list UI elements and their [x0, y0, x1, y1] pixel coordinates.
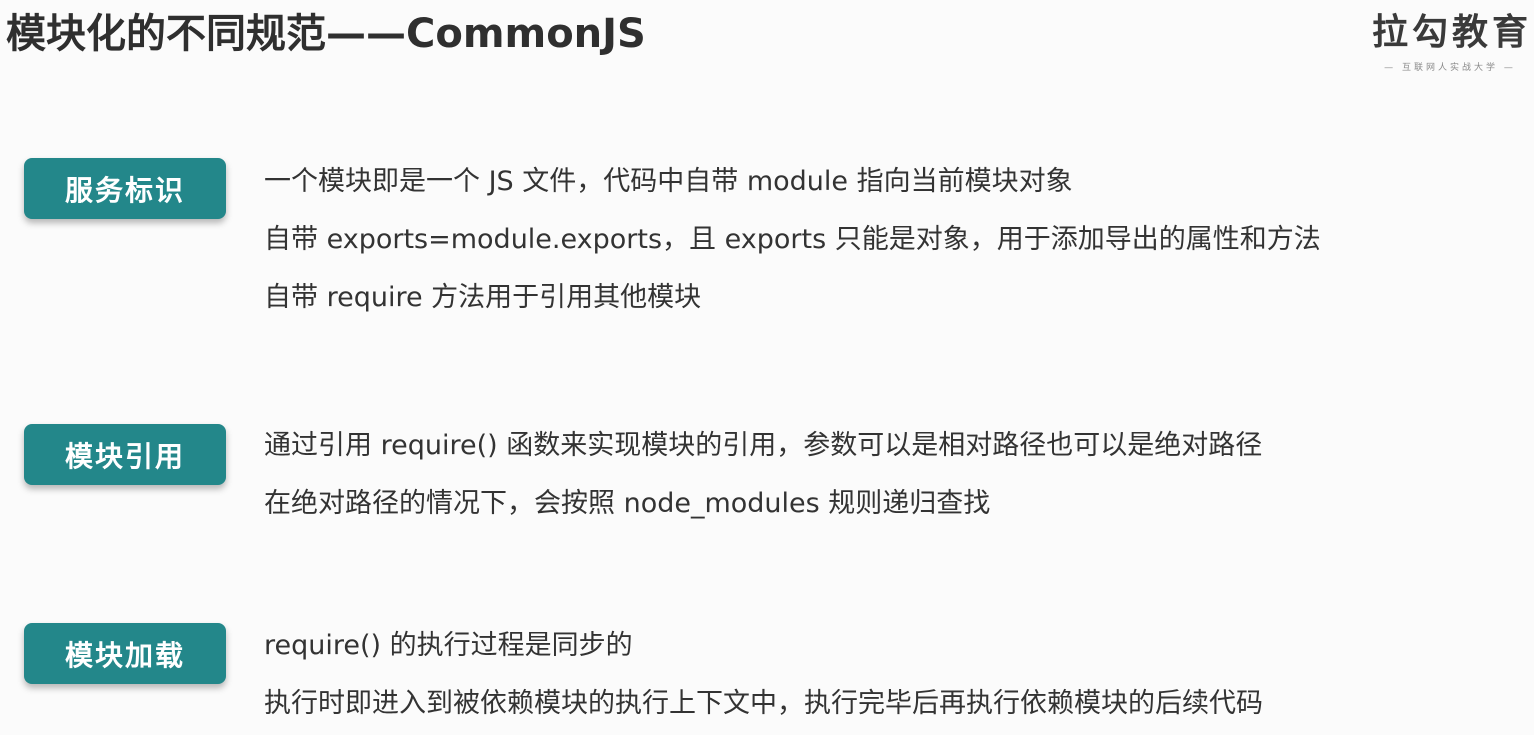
- badge-service-id: 服务标识: [24, 158, 226, 219]
- brand-name: 拉勾教育: [1372, 12, 1533, 53]
- text-line: 执行时即进入到被依赖模块的执行上下文中，执行完毕后再执行依赖模块的后续代码: [264, 688, 1263, 719]
- text-line: 自带 require 方法用于引用其他模块: [264, 282, 702, 313]
- section-text: 通过引用 require() 函数来实现模块的引用，参数可以是相对路径也可以是绝…: [264, 417, 1524, 533]
- text-line: 自带 exports=module.exports，且 exports 只能是对…: [264, 224, 1321, 255]
- text-line: require() 的执行过程是同步的: [264, 630, 633, 661]
- badge-module-loading: 模块加载: [24, 623, 226, 684]
- text-line: 在绝对路径的情况下，会按照 node_modules 规则递归查找: [264, 488, 991, 519]
- badge-module-reference: 模块引用: [24, 424, 226, 485]
- brand-logo: 拉勾教育 — 互联网人实战大学 —: [1372, 10, 1528, 73]
- section-text: require() 的执行过程是同步的 执行时即进入到被依赖模块的执行上下文中，…: [264, 617, 1524, 733]
- text-line: 一个模块即是一个 JS 文件，代码中自带 module 指向当前模块对象: [264, 166, 1073, 197]
- page-title: 模块化的不同规范——CommonJS: [6, 11, 646, 57]
- section-text: 一个模块即是一个 JS 文件，代码中自带 module 指向当前模块对象 自带 …: [264, 153, 1524, 327]
- text-line: 通过引用 require() 函数来实现模块的引用，参数可以是相对路径也可以是绝…: [264, 430, 1263, 461]
- brand-slogan: — 互联网人实战大学 —: [1384, 63, 1516, 73]
